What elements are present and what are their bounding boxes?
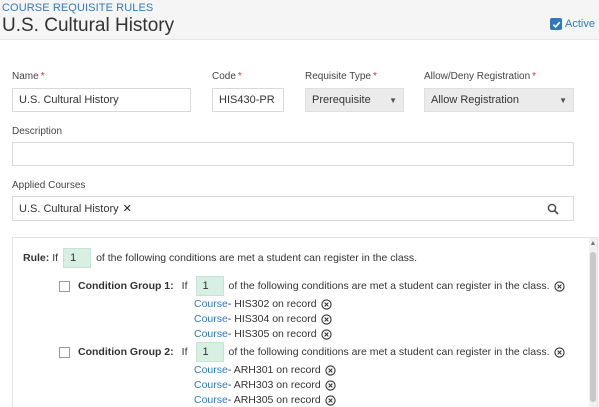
- group-label: Condition Group 1:: [78, 280, 174, 292]
- condition-text: - ARH305 on record: [227, 394, 321, 406]
- requisite-type-value: Prerequisite: [312, 94, 371, 106]
- requisite-type-select[interactable]: Prerequisite ▼: [305, 88, 404, 112]
- search-icon[interactable]: [547, 203, 559, 215]
- scrollbar[interactable]: ▲: [589, 238, 597, 407]
- condition-text: - HIS305 on record: [227, 328, 317, 340]
- allow-deny-value: Allow Registration: [431, 94, 520, 106]
- breadcrumb[interactable]: COURSE REQUISITE RULES: [2, 2, 153, 14]
- page-title: U.S. Cultural History: [2, 15, 175, 36]
- name-label: Name *: [12, 71, 45, 82]
- circle-x-icon[interactable]: [325, 364, 336, 376]
- rule-suffix: of the following conditions are met a st…: [96, 252, 418, 264]
- page-header: COURSE REQUISITE RULES U.S. Cultural His…: [0, 0, 599, 40]
- condition-text: - ARH303 on record: [227, 379, 321, 391]
- rule-prefix: Rule:: [23, 252, 50, 264]
- description-label: Description: [12, 126, 63, 137]
- condition-text: - ARH301 on record: [227, 364, 321, 376]
- caret-down-icon: ▼: [559, 95, 567, 105]
- condition-item: Course - HIS304 on record: [194, 313, 332, 325]
- group-checkbox[interactable]: [59, 346, 70, 358]
- requisite-type-label: Requisite Type *: [305, 71, 377, 82]
- group-count-input[interactable]: 1: [195, 342, 224, 362]
- rule-if: If: [52, 252, 59, 264]
- applied-courses-field[interactable]: U.S. Cultural History ✕: [12, 196, 574, 221]
- rule-count-input[interactable]: 1: [63, 248, 92, 268]
- active-label: Active: [565, 18, 595, 30]
- group-count-input[interactable]: 1: [195, 276, 224, 296]
- circle-x-icon[interactable]: [325, 379, 336, 391]
- course-link[interactable]: Course: [194, 364, 228, 376]
- course-tag: U.S. Cultural History ✕: [19, 202, 132, 216]
- rule-line: Rule: If 1 of the following conditions a…: [23, 248, 417, 268]
- course-link[interactable]: Course: [194, 379, 228, 391]
- condition-text: - HIS302 on record: [227, 298, 317, 310]
- description-field[interactable]: [12, 142, 574, 166]
- group-label: Condition Group 2:: [78, 346, 174, 358]
- course-link[interactable]: Course: [194, 298, 228, 310]
- circle-x-icon[interactable]: [325, 394, 336, 406]
- condition-item: Course - ARH303 on record: [194, 379, 336, 391]
- group-if: If: [181, 346, 188, 358]
- scroll-up-icon[interactable]: ▲: [589, 240, 597, 248]
- group-if: If: [181, 280, 188, 292]
- circle-x-icon[interactable]: [553, 280, 565, 292]
- group-suffix: of the following conditions are met a st…: [228, 346, 550, 358]
- condition-item: Course - ARH301 on record: [194, 364, 336, 376]
- group-suffix: of the following conditions are met a st…: [228, 280, 550, 292]
- condition-item: Course - ARH305 on record: [194, 394, 336, 406]
- allow-deny-select[interactable]: Allow Registration ▼: [424, 88, 574, 112]
- group-checkbox[interactable]: [59, 280, 70, 292]
- course-link[interactable]: Course: [194, 394, 228, 406]
- circle-x-icon[interactable]: [320, 298, 332, 310]
- close-icon[interactable]: ✕: [123, 202, 132, 215]
- active-toggle[interactable]: Active: [550, 18, 595, 30]
- rule-builder: ▲ Rule: If 1 of the following conditions…: [12, 237, 598, 407]
- condition-group-2: Condition Group 2: If 1 of the following…: [59, 342, 565, 362]
- circle-x-icon[interactable]: [553, 346, 565, 358]
- name-field[interactable]: U.S. Cultural History: [12, 88, 191, 112]
- check-icon[interactable]: [550, 18, 563, 30]
- course-tag-label: U.S. Cultural History: [19, 202, 119, 215]
- course-link[interactable]: Course: [194, 328, 228, 340]
- code-label: Code *: [212, 71, 242, 82]
- condition-item: Course - HIS302 on record: [194, 298, 332, 310]
- condition-group-1: Condition Group 1: If 1 of the following…: [59, 276, 565, 296]
- course-link[interactable]: Course: [194, 313, 228, 325]
- scroll-thumb[interactable]: [590, 252, 596, 402]
- applied-courses-label: Applied Courses: [12, 180, 86, 191]
- condition-item: Course - HIS305 on record: [194, 328, 332, 340]
- code-field[interactable]: HIS430-PR: [212, 88, 284, 112]
- condition-text: - HIS304 on record: [227, 313, 317, 325]
- circle-x-icon[interactable]: [320, 313, 332, 325]
- caret-down-icon: ▼: [389, 95, 397, 105]
- circle-x-icon[interactable]: [320, 328, 332, 340]
- allow-deny-label: Allow/Deny Registration *: [424, 71, 537, 82]
